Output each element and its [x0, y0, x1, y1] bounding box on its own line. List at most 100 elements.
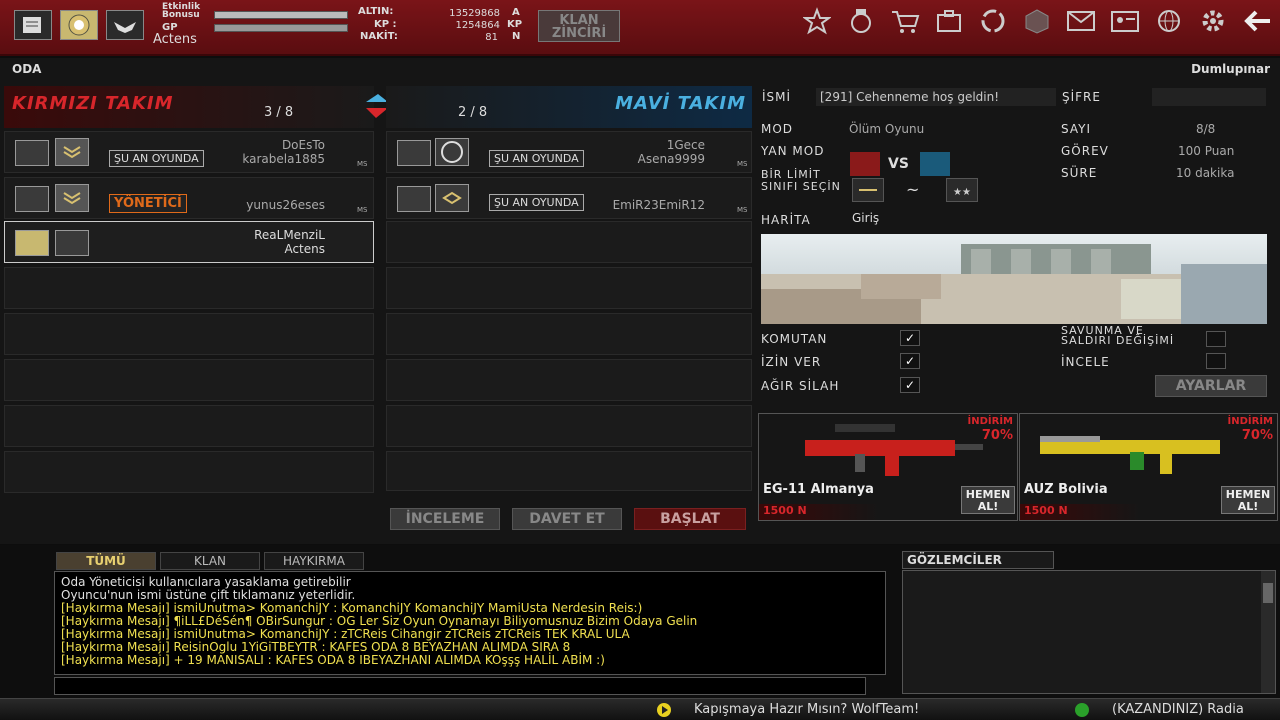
player-nickname: EmiR23EmiR12: [612, 198, 705, 212]
blue-slot-5[interactable]: [386, 313, 752, 355]
ping-label: MS: [357, 160, 368, 168]
event-bonus-bar: [214, 11, 348, 19]
svg-text:★★: ★★: [953, 187, 971, 198]
clan-chain-button[interactable]: KLAN ZİNCİRİ: [538, 10, 620, 42]
profile-card-icon[interactable]: [1108, 4, 1142, 38]
rank-chevron-icon: [55, 138, 89, 166]
start-button[interactable]: BAŞLAT: [634, 508, 746, 530]
time-value[interactable]: 10 dakika: [1176, 166, 1234, 180]
room-name-field[interactable]: [291] Cehenneme hoş geldin!: [816, 88, 1056, 106]
class-limit-min[interactable]: [852, 178, 884, 202]
class-limit-max[interactable]: ★★: [946, 178, 978, 202]
red-team-slots: ŞU AN OYUNDA DoEsTo karabela1885 MS YÖNE…: [4, 131, 374, 539]
kp-value: 1254864: [455, 20, 500, 31]
ticker-bar: Kapışmaya Hazır Mısın? WolfTeam! (KAZAND…: [0, 698, 1280, 720]
recycle-icon[interactable]: [976, 4, 1010, 38]
box-icon[interactable]: [1020, 4, 1054, 38]
red-slot-7[interactable]: [4, 405, 374, 447]
password-field[interactable]: [1152, 88, 1266, 106]
blue-slot-1[interactable]: ŞU AN OYUNDA 1Gece Asena9999 MS: [386, 131, 752, 173]
scrollbar-thumb[interactable]: [1263, 583, 1273, 603]
option-label-heavy-weapon: AĞIR SİLAH: [761, 379, 840, 393]
blue-slot-2[interactable]: ŞU AN OYUNDA EmiR23EmiR12 MS: [386, 177, 752, 219]
player-clan: 1Gece: [666, 138, 705, 152]
medal-icon[interactable]: [844, 4, 878, 38]
kp-unit: KP: [507, 19, 523, 30]
rifle-image-icon: [805, 424, 983, 476]
count-value[interactable]: 8/8: [1196, 122, 1215, 136]
vs-label: VS: [888, 156, 909, 172]
rifle-image-icon: [1040, 436, 1220, 474]
option-label-swap: SAVUNMA VE SALDIRI DEĞİŞİMİ: [1061, 324, 1175, 347]
mode-value[interactable]: Ölüm Oyunu: [849, 122, 924, 136]
chat-tab-clan[interactable]: KLAN: [160, 552, 260, 570]
blue-slot-6[interactable]: [386, 359, 752, 401]
map-preview-image[interactable]: [761, 234, 1267, 324]
observers-scrollbar[interactable]: [1261, 571, 1275, 693]
gear-icon[interactable]: [1196, 4, 1230, 38]
item-price: 1500 N: [759, 504, 879, 520]
allow-checkbox[interactable]: ✓: [900, 353, 920, 369]
invite-button[interactable]: DAVET ET: [512, 508, 622, 530]
rank-badge-button[interactable]: [60, 10, 98, 40]
class-badge-button[interactable]: [106, 10, 144, 40]
room-name-label: İSMİ: [762, 90, 792, 104]
inventory-icon[interactable]: [932, 4, 966, 38]
discount-value: 70%: [981, 428, 1013, 443]
buy-now-button[interactable]: HEMEN AL!: [1221, 486, 1275, 514]
swap-checkbox[interactable]: [1206, 331, 1226, 347]
red-slot-4[interactable]: [4, 267, 374, 309]
red-slot-3-self[interactable]: ReaLMenziL Actens: [4, 221, 374, 263]
blue-slot-3[interactable]: [386, 221, 752, 263]
cart-icon[interactable]: [888, 4, 922, 38]
player-status: ŞU AN OYUNDA: [489, 194, 584, 211]
star-icon[interactable]: [800, 4, 834, 38]
red-slot-8[interactable]: [4, 451, 374, 493]
rank-diamond-icon: [435, 184, 469, 212]
red-slot-6[interactable]: [4, 359, 374, 401]
red-team-title: KIRMIZI TAKIM: [12, 93, 174, 114]
class-badge-icon: [15, 186, 49, 212]
blue-team-header: 2 / 8 MAVİ TAKIM: [386, 86, 752, 128]
map-value[interactable]: Giriş: [852, 211, 879, 225]
red-team-icon: [850, 152, 880, 176]
notes-button[interactable]: [14, 10, 52, 40]
blue-team-icon: [920, 152, 950, 176]
mail-icon[interactable]: [1064, 4, 1098, 38]
task-value[interactable]: 100 Puan: [1178, 144, 1234, 158]
inspect-button[interactable]: İNCELEME: [390, 508, 500, 530]
red-slot-5[interactable]: [4, 313, 374, 355]
chat-tab-shout[interactable]: HAYKIRMA: [264, 552, 364, 570]
blue-slot-4[interactable]: [386, 267, 752, 309]
red-slot-2[interactable]: YÖNETİCİ yunus26eses MS: [4, 177, 374, 219]
blue-team-title: MAVİ TAKIM: [615, 93, 746, 114]
commander-checkbox[interactable]: ✓: [900, 330, 920, 346]
buy-now-button[interactable]: HEMEN AL!: [961, 486, 1015, 514]
map-preview-svg: [761, 234, 1267, 324]
globe-icon[interactable]: [1152, 4, 1186, 38]
chat-tab-all[interactable]: TÜMÜ: [56, 552, 156, 570]
nakit-unit: N: [512, 31, 521, 42]
item-name: AUZ Bolivia: [1024, 482, 1108, 497]
back-arrow-icon[interactable]: [1240, 4, 1274, 38]
altin-unit: A: [512, 7, 520, 18]
settings-button[interactable]: AYARLAR: [1155, 375, 1267, 397]
player-name: Actens: [153, 32, 197, 47]
class-limit-tilde: ~: [906, 180, 920, 199]
ticker-message-2: (KAZANDINIZ) Radia: [1112, 702, 1244, 717]
player-status: ŞU AN OYUNDA: [489, 150, 584, 167]
info-icon: [1075, 703, 1089, 717]
red-slot-1[interactable]: ŞU AN OYUNDA DoEsTo karabela1885 MS: [4, 131, 374, 173]
altin-label: ALTIN:: [358, 6, 394, 17]
blue-slot-7[interactable]: [386, 405, 752, 447]
observers-list[interactable]: [902, 570, 1276, 694]
shop-card-1[interactable]: İNDİRİM 70% EG-11 Almanya 1500 N HEMEN A…: [758, 413, 1018, 521]
shop-card-2[interactable]: İNDİRİM 70% AUZ Bolivia 1500 N HEMEN AL!: [1019, 413, 1278, 521]
blue-slot-8[interactable]: [386, 451, 752, 491]
chat-log: Oda Yöneticisi kullanıcılara yasaklama g…: [54, 571, 886, 675]
chat-input[interactable]: [54, 677, 866, 695]
observers-title: GÖZLEMCİLER: [902, 551, 1054, 569]
heavy-weapon-checkbox[interactable]: ✓: [900, 377, 920, 393]
inspect-checkbox[interactable]: [1206, 353, 1226, 369]
nakit-label: NAKİT:: [360, 31, 398, 42]
